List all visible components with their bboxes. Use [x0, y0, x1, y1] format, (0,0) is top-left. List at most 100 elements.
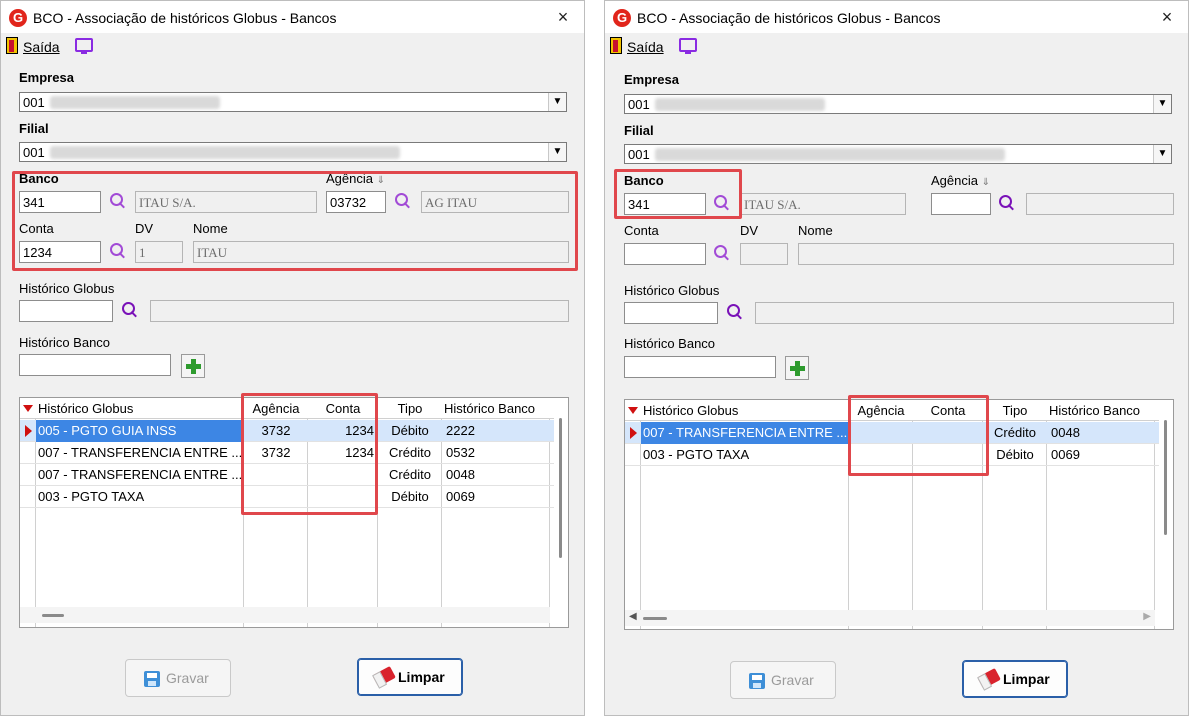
globus-logo-icon: G: [9, 9, 27, 27]
agencia-code-input[interactable]: 03732: [326, 191, 386, 213]
save-button[interactable]: Gravar: [730, 661, 836, 699]
window-left: G BCO - Associação de históricos Globus …: [0, 0, 585, 716]
monitor-icon[interactable]: [75, 38, 93, 54]
sort-indicator-icon[interactable]: [628, 407, 638, 414]
historico-globus-label: Histórico Globus: [19, 281, 115, 296]
nome-field: [798, 243, 1174, 265]
scrollbar-thumb[interactable]: [42, 614, 64, 617]
row-indicator-icon: [625, 444, 641, 466]
historico-globus-desc: [755, 302, 1174, 324]
clear-label: Limpar: [398, 669, 445, 685]
scroll-right-icon[interactable]: ▶: [1143, 611, 1151, 622]
table-row[interactable]: 005 - PGTO GUIA INSS 3732 1234 Débito 22…: [20, 420, 568, 442]
chevron-down-icon[interactable]: ▼: [548, 143, 566, 161]
table-row[interactable]: 007 - TRANSFERENCIA ENTRE ... Crédito 00…: [625, 422, 1173, 444]
nome-label: Nome: [193, 221, 228, 236]
col-historico-globus[interactable]: Histórico Globus: [38, 398, 242, 419]
col-historico-banco[interactable]: Histórico Banco: [444, 398, 548, 419]
exit-button[interactable]: Saída: [627, 39, 664, 55]
table-row[interactable]: 003 - PGTO TAXA Débito 0069: [20, 486, 568, 508]
vertical-scrollbar[interactable]: [1159, 400, 1173, 607]
horizontal-scrollbar[interactable]: [20, 607, 550, 623]
chevron-down-icon[interactable]: ▼: [1153, 95, 1171, 113]
agencia-name-field: [1026, 193, 1174, 215]
window-title: BCO - Associação de históricos Globus - …: [637, 10, 941, 26]
scrollbar-thumb[interactable]: [643, 617, 667, 620]
search-icon[interactable]: [121, 301, 139, 319]
chevron-down-icon[interactable]: ▼: [548, 93, 566, 111]
grid-header: Histórico Globus Agência Conta Tipo Hist…: [20, 398, 568, 419]
monitor-icon[interactable]: [679, 38, 697, 54]
search-icon[interactable]: [998, 194, 1016, 212]
conta-input[interactable]: [624, 243, 706, 265]
banco-code-input[interactable]: 341: [624, 193, 706, 215]
row-indicator-icon: [20, 486, 36, 508]
empresa-combo[interactable]: 001 ▼: [624, 94, 1172, 114]
scroll-left-icon[interactable]: ◀: [629, 611, 637, 622]
horizontal-scrollbar[interactable]: ◀ ▶: [625, 610, 1155, 626]
redacted-text: [655, 148, 1005, 161]
cell-tipo: Crédito: [389, 445, 431, 460]
search-icon[interactable]: [713, 244, 731, 262]
sort-down-icon: ⇓: [376, 175, 385, 186]
col-tipo[interactable]: Tipo: [983, 400, 1047, 421]
col-agencia[interactable]: Agência: [244, 398, 308, 419]
vertical-scrollbar[interactable]: [554, 398, 568, 605]
col-tipo[interactable]: Tipo: [378, 398, 442, 419]
add-button[interactable]: [785, 356, 809, 380]
col-historico-banco[interactable]: Histórico Banco: [1049, 400, 1153, 421]
search-icon[interactable]: [109, 242, 127, 260]
clear-button[interactable]: Limpar: [962, 660, 1068, 698]
scrollbar-thumb[interactable]: [559, 418, 562, 558]
search-icon[interactable]: [109, 192, 127, 210]
floppy-icon: [144, 671, 160, 687]
empresa-label: Empresa: [624, 72, 679, 87]
close-icon[interactable]: ×: [550, 5, 576, 29]
col-agencia[interactable]: Agência: [849, 400, 913, 421]
historico-banco-input[interactable]: [624, 356, 776, 378]
dv-field: [740, 243, 788, 265]
conta-input[interactable]: 1234: [19, 241, 101, 263]
sort-indicator-icon[interactable]: [23, 405, 33, 412]
table-row[interactable]: 003 - PGTO TAXA Débito 0069: [625, 444, 1173, 466]
save-button[interactable]: Gravar: [125, 659, 231, 697]
banco-code-input[interactable]: 341: [19, 191, 101, 213]
filial-label: Filial: [19, 121, 49, 136]
historico-banco-input[interactable]: [19, 354, 171, 376]
empresa-combo[interactable]: 001 ▼: [19, 92, 567, 112]
exit-button[interactable]: Saída: [23, 39, 60, 55]
clear-button[interactable]: Limpar: [357, 658, 463, 696]
table-row[interactable]: 007 - TRANSFERENCIA ENTRE ... 3732 1234 …: [20, 442, 568, 464]
col-conta[interactable]: Conta: [913, 400, 983, 421]
row-indicator-icon: [20, 420, 36, 442]
scrollbar-thumb[interactable]: [1164, 420, 1167, 535]
filial-combo[interactable]: 001 ▼: [624, 144, 1172, 164]
cell-historico-banco: 0048: [446, 467, 475, 482]
table-row[interactable]: 007 - TRANSFERENCIA ENTRE ... Crédito 00…: [20, 464, 568, 486]
search-icon[interactable]: [713, 194, 731, 212]
close-icon[interactable]: ×: [1154, 5, 1180, 29]
conta-label: Conta: [19, 221, 54, 236]
cell-tipo: Débito: [391, 423, 429, 438]
exit-door-icon[interactable]: [610, 37, 622, 54]
agencia-label: Agência ⇓: [326, 171, 385, 186]
col-historico-globus[interactable]: Histórico Globus: [643, 400, 847, 421]
agencia-code-input[interactable]: [931, 193, 991, 215]
col-conta[interactable]: Conta: [308, 398, 378, 419]
historico-globus-input[interactable]: [624, 302, 718, 324]
filial-combo[interactable]: 001 ▼: [19, 142, 567, 162]
cell-historico-banco: 0069: [446, 489, 475, 504]
chevron-down-icon[interactable]: ▼: [1153, 145, 1171, 163]
add-button[interactable]: [181, 354, 205, 378]
search-icon[interactable]: [394, 192, 412, 210]
cell-historico: 005 - PGTO GUIA INSS: [36, 420, 244, 442]
redacted-text: [50, 96, 220, 109]
agencia-label-text: Agência: [931, 173, 978, 188]
exit-door-icon[interactable]: [6, 37, 18, 54]
empresa-label: Empresa: [19, 70, 74, 85]
cell-historico-banco: 2222: [446, 423, 475, 438]
search-icon[interactable]: [726, 303, 744, 321]
agencia-label: Agência ⇓: [931, 173, 990, 188]
window-right: G BCO - Associação de históricos Globus …: [604, 0, 1189, 716]
historico-globus-input[interactable]: [19, 300, 113, 322]
